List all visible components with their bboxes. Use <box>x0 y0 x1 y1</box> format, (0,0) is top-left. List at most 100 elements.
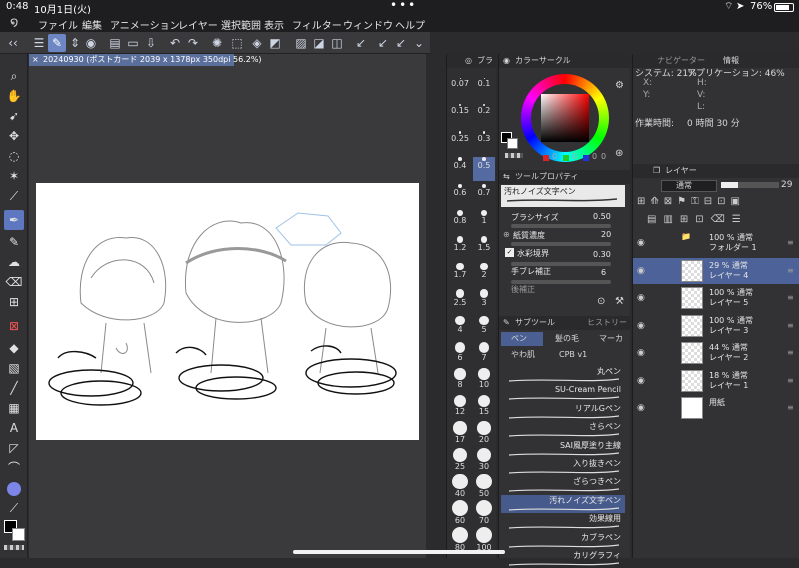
save-icon[interactable]: ⇩ <box>142 34 160 52</box>
transparent-color-swatch[interactable] <box>4 545 24 550</box>
mesh-icon[interactable] <box>4 478 24 498</box>
brush-size-0_15[interactable]: 0.15 <box>449 104 471 128</box>
eyedrop-mini-icon[interactable]: ⟋ <box>4 498 24 518</box>
opacity-slider[interactable] <box>721 182 779 188</box>
drag-handle-icon[interactable]: ≡ <box>787 293 794 302</box>
collapse-icon[interactable]: ‹‹ <box>4 34 22 52</box>
eyedropper-icon[interactable]: ⟋ <box>4 186 24 206</box>
subtool-tab-marker[interactable]: マーカ <box>589 332 629 346</box>
prop-post-correction[interactable]: 後補正 <box>503 284 627 300</box>
brush-size-12[interactable]: 12 <box>449 394 471 419</box>
brush-size-100[interactable]: 100 <box>473 526 495 552</box>
brush-size-0_7[interactable]: 0.7 <box>473 183 495 208</box>
brush-size-7[interactable]: 7 <box>473 342 495 366</box>
brush-size-5[interactable]: 5 <box>473 315 495 340</box>
drag-handle-icon[interactable]: ≡ <box>787 403 794 412</box>
multitask-dots-icon[interactable]: ••• <box>390 0 417 12</box>
visibility-eye-icon[interactable]: ◉ <box>637 321 645 331</box>
brush-size-tab-icon[interactable]: ◎ <box>465 54 472 68</box>
prop-stabilization[interactable]: 手ブレ補正 6 <box>503 266 627 284</box>
brush-item[interactable]: さらペン <box>501 421 625 439</box>
brush-size-tab[interactable]: ブラ <box>477 54 493 68</box>
brush-size-30[interactable]: 30 <box>473 447 495 472</box>
prop-watercolor-edge[interactable]: ✓ 水彩境界 0.30 <box>503 248 627 266</box>
fill-bucket-icon[interactable]: ◆ <box>4 338 24 358</box>
brush-item[interactable]: 効果線用 <box>501 513 625 531</box>
hand-icon[interactable]: ✋ <box>4 86 24 106</box>
brush-size-0_4[interactable]: 0.4 <box>449 157 471 181</box>
brush-size-1_2[interactable]: 1.2 <box>449 236 471 260</box>
menu-animation[interactable]: アニメーション <box>110 17 180 32</box>
new-file-icon[interactable]: ▤ <box>106 34 124 52</box>
menu-edit[interactable]: 編集 <box>82 17 102 32</box>
brush-size-0_5[interactable]: 0.5 <box>473 157 495 182</box>
brush-size-0_8[interactable]: 0.8 <box>449 210 471 234</box>
brush-preview[interactable]: 汚れノイズ文字ペン <box>501 185 625 207</box>
brush-item[interactable]: ざらつきペン <box>501 476 625 494</box>
balloon-icon[interactable]: ◸ <box>4 438 24 458</box>
chevron-down-icon[interactable]: ⌄ <box>410 34 428 52</box>
app-logo-icon[interactable]: ໑ <box>10 15 18 30</box>
layer-title[interactable]: レイヤー <box>665 164 697 178</box>
figure-icon[interactable]: ╱ <box>4 378 24 398</box>
wrench-icon[interactable]: ⚒ <box>615 296 624 307</box>
brush-item[interactable]: カブラペン <box>501 532 625 550</box>
layer-actions-row-2[interactable]: ▤▥⊞⊡⌫☰ <box>647 214 797 228</box>
brush-item[interactable]: リアルGペン <box>501 403 625 421</box>
pen-icon[interactable]: ✒ <box>4 210 24 230</box>
grid-snap-icon[interactable]: ↙ <box>392 34 410 52</box>
decoration-icon[interactable]: ⊠ <box>4 316 24 336</box>
brush-item[interactable]: SU-Cream Pencil <box>501 384 625 402</box>
reset-icon[interactable]: ⊙ <box>597 296 605 307</box>
move-icon[interactable]: ✥ <box>4 126 24 146</box>
magic-wand-icon[interactable]: ✶ <box>4 166 24 186</box>
menu-help[interactable]: ヘルプ <box>395 17 425 32</box>
eraser-icon[interactable]: ⌫ <box>4 272 24 292</box>
visibility-eye-icon[interactable]: ◉ <box>637 403 645 413</box>
drag-handle-icon[interactable]: ≡ <box>787 321 794 330</box>
document-tab[interactable]: × 20240930 (ポストカード 2039 x 1378px 350dpi … <box>29 54 262 66</box>
layer-row[interactable]: ◉ 用紙 ≡ <box>633 395 799 421</box>
drag-handle-icon[interactable]: ≡ <box>787 348 794 357</box>
layer-row[interactable]: ◉ 29 % 通常 レイヤー 4 ≡ <box>633 257 799 284</box>
color-settings-icon[interactable]: ⚙ <box>615 80 624 91</box>
blend-mode-select[interactable]: 通常 <box>661 180 717 192</box>
subtool-group-soft[interactable]: やわ肌 <box>501 348 543 362</box>
undo-icon[interactable]: ↶ <box>166 34 184 52</box>
airbrush-icon[interactable]: ⊞ <box>4 292 24 312</box>
sub-color-swatch[interactable] <box>12 528 25 541</box>
drag-handle-icon[interactable]: ≡ <box>787 266 794 275</box>
brush-size-0_3[interactable]: 0.3 <box>473 130 495 155</box>
special-ruler-snap-icon[interactable]: ↙ <box>374 34 392 52</box>
clear-icon[interactable]: ◩ <box>266 34 284 52</box>
menu-file[interactable]: ファイル <box>38 17 78 32</box>
brush-size-50[interactable]: 50 <box>473 474 495 498</box>
fill-icon[interactable]: ◈ <box>248 34 266 52</box>
brush-size-17[interactable]: 17 <box>449 421 471 445</box>
canvas-edit-icon[interactable]: ✎ <box>48 34 66 52</box>
gradient-icon[interactable]: ▧ <box>4 358 24 378</box>
ruler-snap-icon[interactable]: ↙ <box>352 34 370 52</box>
crop-icon[interactable]: ◫ <box>328 34 346 52</box>
brush-size-15[interactable]: 15 <box>473 394 495 419</box>
subtool-tab-pen[interactable]: ペン <box>501 332 543 346</box>
brush-size-40[interactable]: 40 <box>449 474 471 498</box>
visibility-eye-icon[interactable]: ◉ <box>637 348 645 358</box>
brush-size-3[interactable]: 3 <box>473 289 495 313</box>
visibility-eye-icon[interactable]: ◉ <box>637 376 645 386</box>
brush-size-80[interactable]: 80 <box>449 526 471 552</box>
plus-icon[interactable]: ⊕ <box>503 230 510 239</box>
brush-item[interactable]: SAI風厚塗り主線 <box>501 440 625 458</box>
brush-size-60[interactable]: 60 <box>449 500 471 525</box>
drag-handle-icon[interactable]: ≡ <box>787 376 794 385</box>
brush-size-1_7[interactable]: 1.7 <box>449 262 471 287</box>
prop-brush-size[interactable]: ブラシサイズ 0.50 <box>503 212 627 228</box>
prop-paper-density[interactable]: ⊕ 紙質濃度 20 <box>503 230 627 246</box>
text-icon[interactable]: A <box>4 418 24 438</box>
brush-size-0_1[interactable]: 0.1 <box>473 78 495 102</box>
subtool-group-cpb[interactable]: CPB v1 <box>547 348 597 362</box>
subtool-title[interactable]: サブツール <box>515 318 555 327</box>
close-icon[interactable]: × <box>32 54 39 66</box>
menu-selection[interactable]: 選択範囲 <box>221 17 261 32</box>
pencil-icon[interactable]: ✎ <box>4 232 24 252</box>
